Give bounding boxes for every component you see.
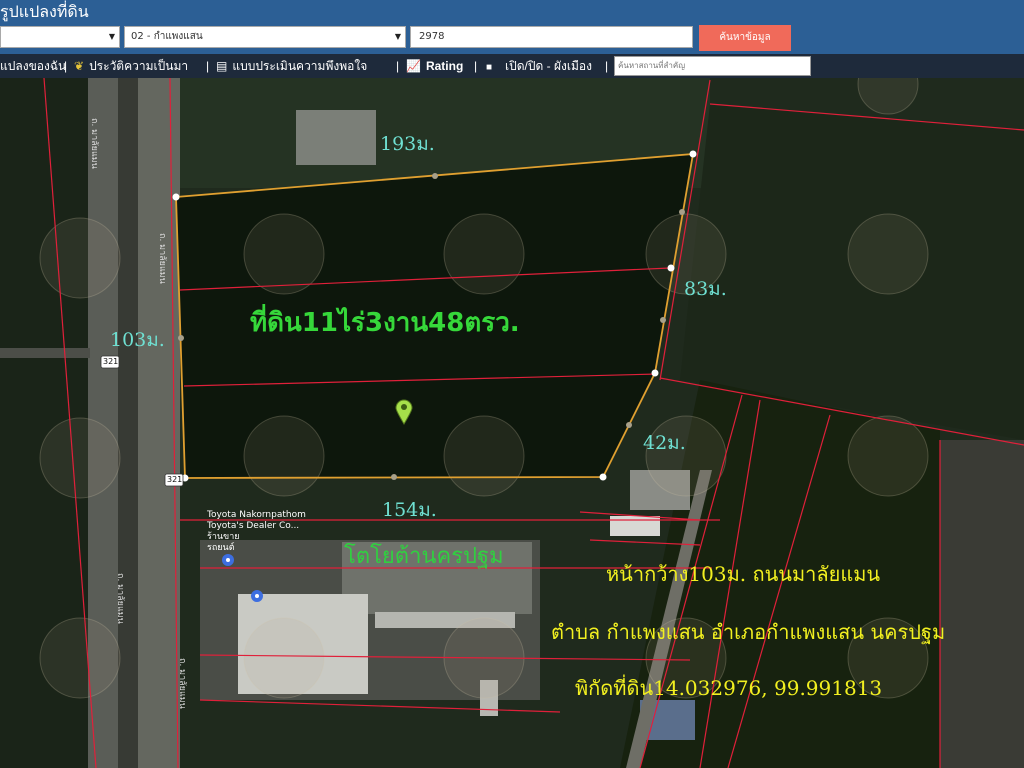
vertex-handle[interactable] <box>599 473 607 481</box>
midpoint-handle[interactable] <box>626 422 632 428</box>
my-parcels-label: แปลงของฉัน <box>0 59 67 73</box>
midpoint-handle[interactable] <box>391 474 397 480</box>
frontage-info: หน้ากว้าง103ม. ถนนมาลัยแมน <box>606 562 881 586</box>
vertex-handle[interactable] <box>667 264 675 272</box>
road-name-label: ถ. มาลัยแมน <box>177 658 187 709</box>
route-number: 321 <box>103 357 119 366</box>
business-type-cont: รถยนต์ <box>207 543 235 553</box>
side-road <box>0 348 90 358</box>
toolbar: แปลงของฉัน | ❦ ประวัติความเป็นมา | ▤ แบบปร… <box>0 54 1024 78</box>
watermark-circle <box>39 617 121 699</box>
parcel-area-label: ที่ดิน11ไร่3งาน48ตรว. <box>250 308 520 338</box>
road-name-label: ถ. มาลัยแมน <box>89 118 99 169</box>
toggle-plan-control[interactable]: ■ เปิด/ปิด - ผังเมือง <box>486 54 592 78</box>
watermark-circle <box>847 415 929 497</box>
satisfaction-label: แบบประเมินความพึงพอใจ <box>232 59 368 73</box>
vertex-handle[interactable] <box>651 369 659 377</box>
road-name-label: ถ. มาลัยแมน <box>157 233 167 284</box>
watermark-circle <box>443 213 525 295</box>
building-label: โตโยต้านครปฐม <box>344 544 504 569</box>
vertex-handle[interactable] <box>172 193 180 201</box>
dimension-label-right: 83ม. <box>684 278 727 300</box>
vertex-handle[interactable] <box>689 150 697 158</box>
district-select-value: 02 - กำแพงแสน <box>131 31 203 42</box>
history-label: ประวัติความเป็นมา <box>89 59 189 73</box>
satellite-map[interactable]: 321 321 ถ. มาลัยแมน ถ. มาลัยแมน ถ. มาลัย… <box>0 78 1024 768</box>
house-roof <box>610 516 660 536</box>
midpoint-handle[interactable] <box>679 209 685 215</box>
place-search-input[interactable]: ค้นหาสถานที่สำคัญ <box>614 56 811 76</box>
dimension-label-bottom: 154ม. <box>382 499 437 521</box>
document-icon: ▤ <box>216 59 228 73</box>
checkbox-icon[interactable]: ■ <box>486 56 492 80</box>
coordinate-info: พิกัดที่ดิน14.032976, 99.991813 <box>575 676 883 700</box>
watermark-circle <box>243 213 325 295</box>
rating-link[interactable]: 📈 Rating <box>406 54 463 78</box>
map-canvas <box>0 78 1024 768</box>
header-bar: รูปแปลงที่ดิน ▼ 02 - กำแพงแสน ▼ 2978 ค้น… <box>0 0 1024 54</box>
watermark-circle <box>847 213 929 295</box>
separator: | <box>64 59 68 73</box>
separator: | <box>206 59 210 73</box>
business-pin-icon[interactable] <box>222 554 234 566</box>
district-select[interactable]: 02 - กำแพงแสน ▼ <box>124 26 406 48</box>
business-category: Toyota's Dealer Co... <box>207 521 300 531</box>
midpoint-handle[interactable] <box>432 173 438 179</box>
satisfaction-link[interactable]: ▤ แบบประเมินความพึงพอใจ <box>216 54 367 78</box>
app-window: รูปแปลงที่ดิน ▼ 02 - กำแพงแสน ▼ 2978 ค้น… <box>0 0 1024 768</box>
separator: | <box>396 59 400 73</box>
road-name-label: ถ. มาลัยแมน <box>115 573 125 624</box>
business-pin-icon[interactable] <box>251 590 263 602</box>
east-bare-field <box>940 440 1024 768</box>
business-label: Toyota Nakornpathom Toyota's Dealer Co..… <box>207 510 306 554</box>
north-building <box>296 110 376 165</box>
toggle-plan-label: เปิด/ปิด - ผังเมือง <box>505 59 592 73</box>
business-type: ร้านขาย <box>207 532 240 542</box>
highway-median <box>118 78 140 768</box>
midpoint-handle[interactable] <box>178 335 184 341</box>
separator: | <box>474 59 478 73</box>
province-select[interactable]: ▼ <box>0 26 120 48</box>
business-name: Toyota Nakornpathom <box>207 510 306 520</box>
location-info: ตำบล กำแพงแสน อำเภอกำแพงแสน นครปฐม <box>551 620 946 644</box>
chart-icon: 📈 <box>406 59 421 73</box>
watermark-circle <box>39 217 121 299</box>
dimension-label-left: 103ม. <box>110 329 165 351</box>
parcel-code-input[interactable]: 2978 <box>410 26 693 48</box>
sprout-icon: ❦ <box>74 59 85 73</box>
watermark-circle <box>443 415 525 497</box>
watermark-circle <box>243 617 325 699</box>
my-parcels-link[interactable]: แปลงของฉัน <box>0 54 66 78</box>
history-link[interactable]: ❦ ประวัติความเป็นมา <box>74 54 188 78</box>
separator: | <box>605 59 609 73</box>
watermark-circle <box>39 417 121 499</box>
watermark-circle <box>243 415 325 497</box>
page-title: รูปแปลงที่ดิน <box>0 2 89 21</box>
dimension-label-southeast: 42ม. <box>643 432 686 454</box>
rating-label: Rating <box>425 59 464 73</box>
chevron-down-icon: ▼ <box>394 32 401 41</box>
route-number: 321 <box>167 475 183 484</box>
dimension-label-top: 193ม. <box>380 133 435 155</box>
chevron-down-icon: ▼ <box>108 32 115 41</box>
midpoint-handle[interactable] <box>660 317 666 323</box>
search-button[interactable]: ค้นหาข้อมูล <box>699 25 791 51</box>
